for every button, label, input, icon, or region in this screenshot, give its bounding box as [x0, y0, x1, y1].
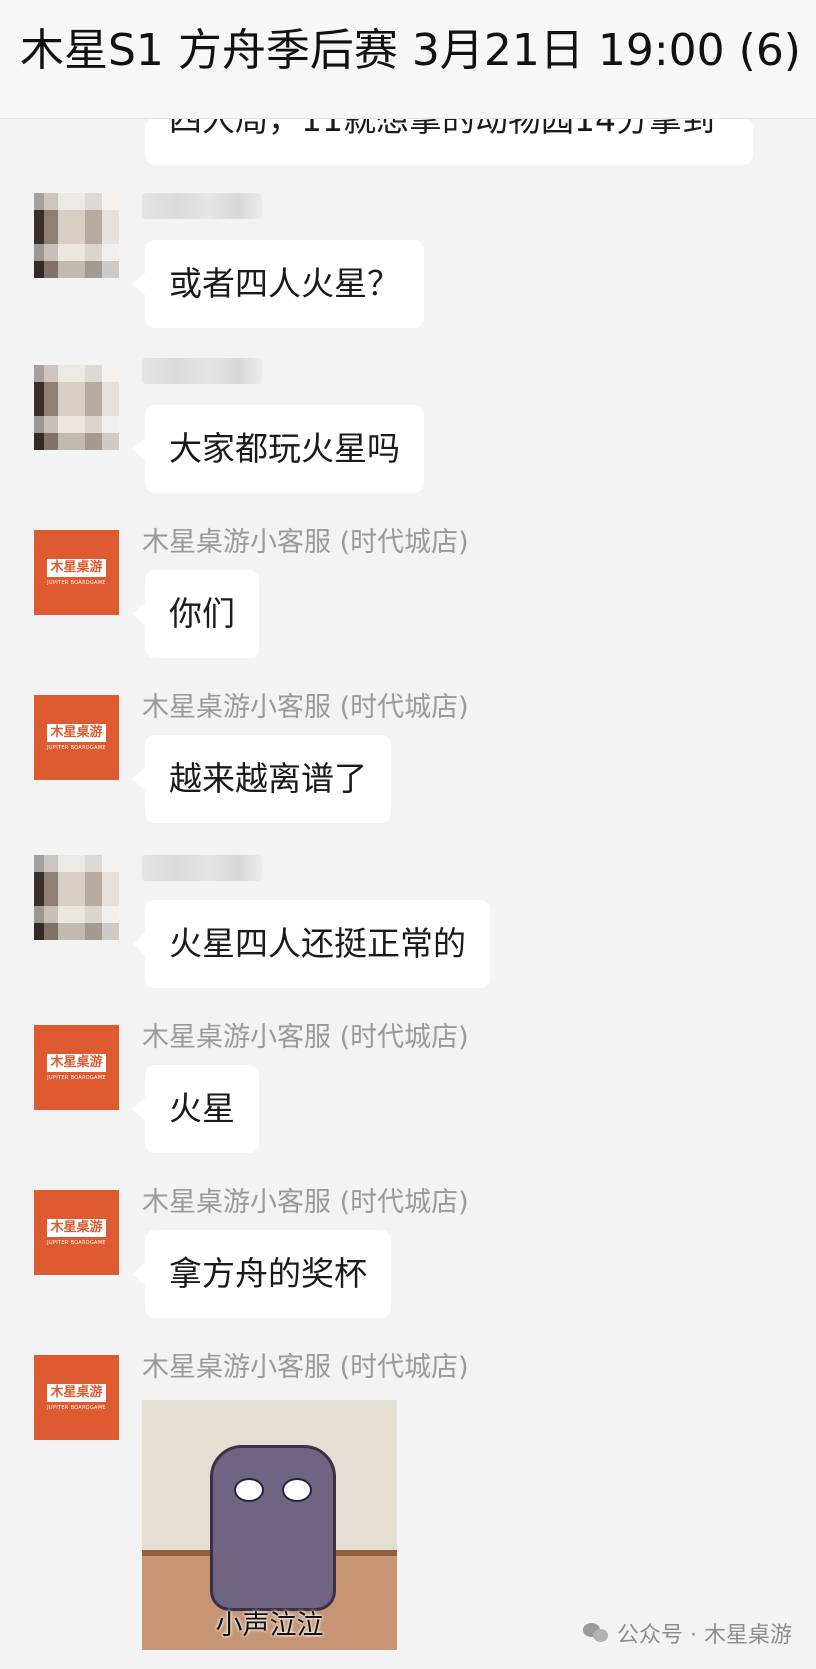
- avatar[interactable]: 木星桌游 JUPITER BOARDGAME: [34, 1190, 119, 1275]
- sender-name-blurred: [142, 855, 262, 881]
- watermark-text: 公众号 · 木星桌游: [617, 1623, 792, 1648]
- avatar[interactable]: 木星桌游 JUPITER BOARDGAME: [34, 1355, 119, 1440]
- chat-title: 木星S1 方舟季后赛 3月21日 19:00 (6): [20, 25, 801, 76]
- brand-sub: JUPITER BOARDGAME: [47, 745, 106, 751]
- message-bubble[interactable]: 你们: [132, 570, 259, 658]
- sticker-character: [210, 1445, 336, 1611]
- message-text: 大家都玩火星吗: [169, 429, 400, 468]
- message-bubble[interactable]: 四人局，11就想拿的动物园14分拿到: [145, 118, 753, 165]
- sender-name: 木星桌游小客服 (时代城店): [142, 527, 469, 558]
- message-bubble[interactable]: 火星: [132, 1065, 259, 1153]
- brand-logo: 木星桌游: [47, 1384, 106, 1402]
- brand-logo: 木星桌游: [47, 1054, 106, 1072]
- message-bubble[interactable]: 拿方舟的奖杯: [132, 1230, 391, 1318]
- sender-name-blurred: [142, 358, 262, 384]
- wechat-icon: [583, 1623, 609, 1643]
- message-bubble[interactable]: 大家都玩火星吗: [132, 405, 424, 493]
- message-bubble[interactable]: 越来越离谱了: [132, 735, 391, 823]
- message-text: 火星: [169, 1089, 235, 1128]
- message-bubble[interactable]: 火星四人还挺正常的: [132, 900, 490, 988]
- brand-sub: JUPITER BOARDGAME: [47, 1405, 106, 1411]
- brand-sub: JUPITER BOARDGAME: [47, 1240, 106, 1246]
- avatar[interactable]: [34, 193, 119, 278]
- brand-logo: 木星桌游: [47, 1219, 106, 1237]
- sender-name: 木星桌游小客服 (时代城店): [142, 1187, 469, 1218]
- sticker-eye: [234, 1478, 264, 1502]
- sticker-image[interactable]: 小声泣泣: [142, 1400, 397, 1650]
- sender-name: 木星桌游小客服 (时代城店): [142, 692, 469, 723]
- sticker-caption: 小声泣泣: [215, 1610, 324, 1641]
- message-text: 你们: [169, 594, 235, 633]
- avatar[interactable]: 木星桌游 JUPITER BOARDGAME: [34, 530, 119, 615]
- sender-name: 木星桌游小客服 (时代城店): [142, 1022, 469, 1053]
- avatar[interactable]: [34, 855, 119, 940]
- sticker-eye: [282, 1478, 312, 1502]
- avatar[interactable]: 木星桌游 JUPITER BOARDGAME: [34, 1025, 119, 1110]
- watermark: 公众号 · 木星桌游: [583, 1617, 792, 1649]
- message-text: 四人局，11就想拿的动物园14分拿到: [169, 118, 715, 139]
- sender-name-blurred: [142, 193, 262, 219]
- brand-logo: 木星桌游: [47, 559, 106, 577]
- avatar[interactable]: [34, 365, 119, 450]
- sender-name: 木星桌游小客服 (时代城店): [142, 1352, 469, 1383]
- brand-logo: 木星桌游: [47, 724, 106, 742]
- message-text: 越来越离谱了: [169, 759, 367, 798]
- message-text: 火星四人还挺正常的: [169, 924, 466, 963]
- avatar[interactable]: 木星桌游 JUPITER BOARDGAME: [34, 695, 119, 780]
- brand-sub: JUPITER BOARDGAME: [47, 580, 106, 586]
- message-text: 拿方舟的奖杯: [169, 1254, 367, 1293]
- message-bubble[interactable]: 或者四人火星？: [132, 240, 424, 328]
- message-text: 或者四人火星？: [169, 264, 400, 303]
- chat-header: 木星S1 方舟季后赛 3月21日 19:00 (6): [0, 0, 816, 119]
- brand-sub: JUPITER BOARDGAME: [47, 1075, 106, 1081]
